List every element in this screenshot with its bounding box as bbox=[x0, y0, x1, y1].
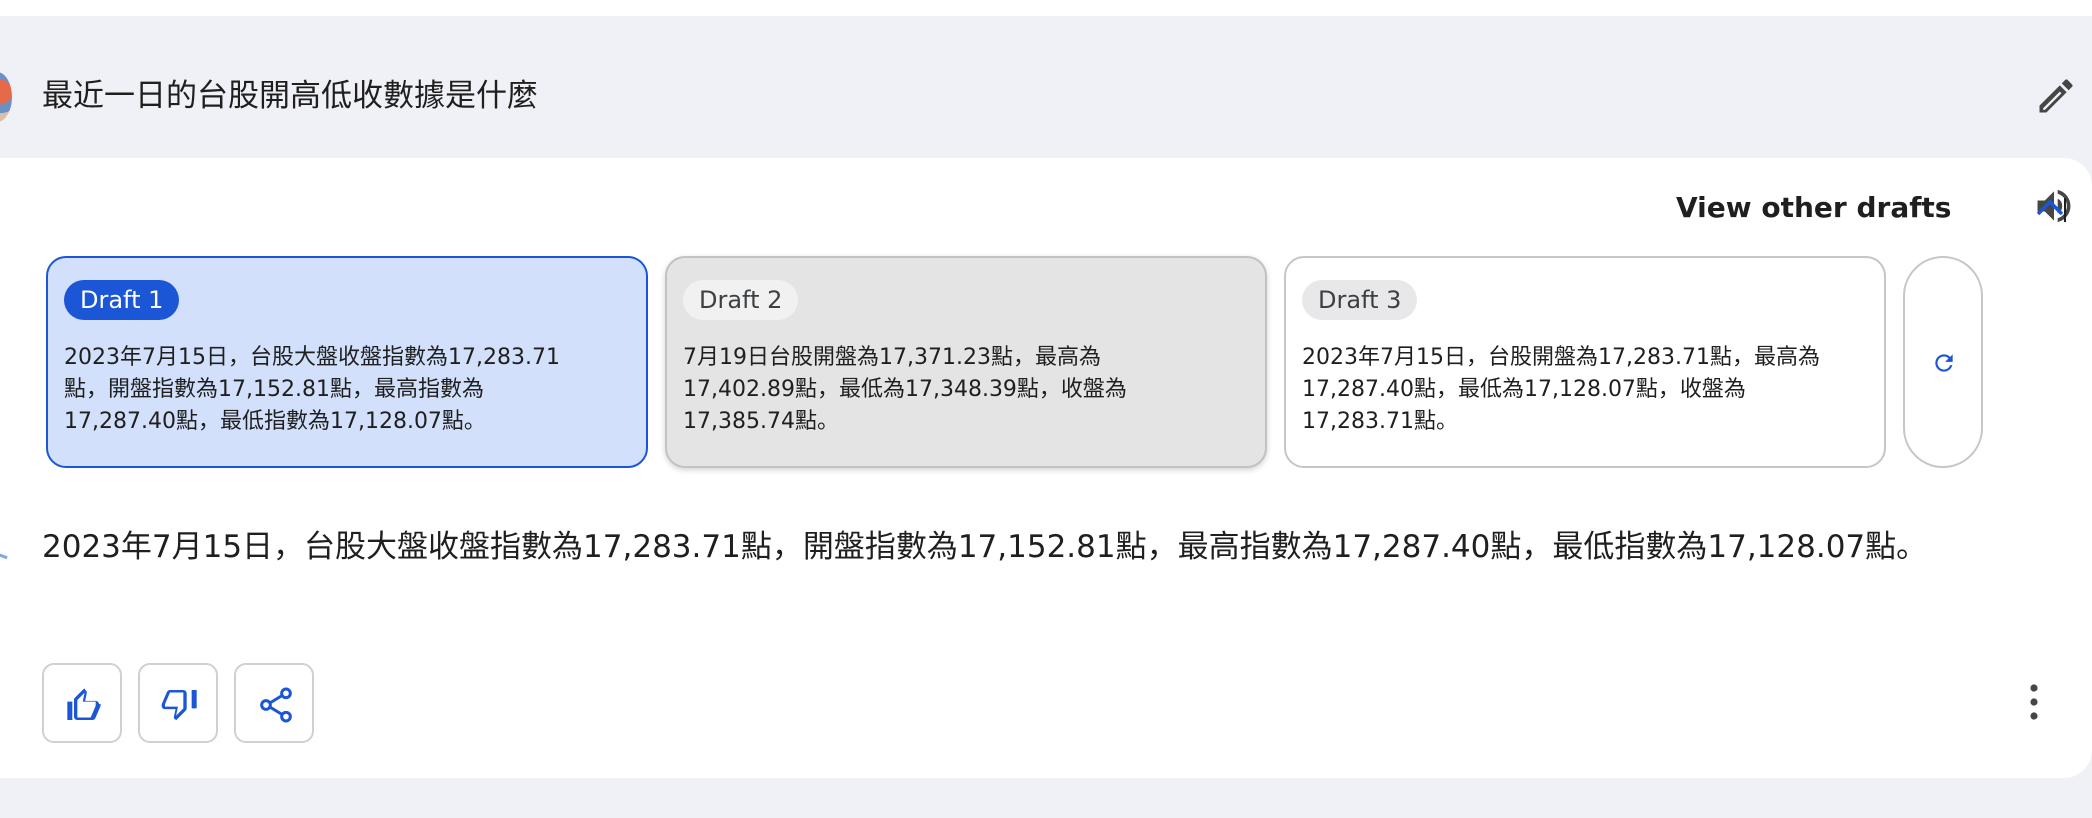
avatar bbox=[0, 72, 12, 122]
regenerate-drafts-button[interactable] bbox=[1903, 256, 1983, 468]
side-marker bbox=[0, 552, 8, 568]
chevron-up-icon[interactable] bbox=[2030, 188, 2070, 228]
refresh-icon bbox=[1931, 350, 1957, 376]
share-icon bbox=[260, 687, 292, 723]
thumbs-up-icon bbox=[67, 688, 101, 720]
view-other-drafts-toggle[interactable]: View other drafts bbox=[1676, 190, 1951, 226]
draft-card-1[interactable]: Draft 1 2023年7月15日，台股大盤收盤指數為17,283.71點，開… bbox=[46, 256, 648, 468]
thumbs-down-button[interactable] bbox=[138, 663, 218, 743]
draft-label: Draft 3 bbox=[1302, 280, 1418, 320]
draft-label: Draft 1 bbox=[64, 280, 180, 320]
response-card: View other drafts Draft 1 2023年7月15日，台股大… bbox=[0, 158, 2092, 778]
more-vert-icon[interactable] bbox=[2016, 680, 2052, 724]
pencil-icon[interactable] bbox=[2034, 74, 2078, 118]
draft-card-2[interactable]: Draft 2 7月19日台股開盤為17,371.23點，最高為17,402.8… bbox=[665, 256, 1267, 468]
user-query-text: 最近一日的台股開高低收數據是什麼 bbox=[42, 78, 538, 114]
draft-card-3[interactable]: Draft 3 2023年7月15日，台股開盤為17,283.71點，最高為17… bbox=[1284, 256, 1886, 468]
user-query-area: 最近一日的台股開高低收數據是什麼 bbox=[0, 16, 2092, 160]
draft-text: 2023年7月15日，台股開盤為17,283.71點，最高為17,287.40點… bbox=[1302, 345, 1820, 434]
drafts-header: View other drafts bbox=[1610, 182, 2092, 232]
draft-label: Draft 2 bbox=[683, 280, 799, 320]
response-text: 2023年7月15日，台股大盤收盤指數為17,283.71點，開盤指數為17,1… bbox=[42, 529, 1928, 565]
thumbs-down-icon bbox=[161, 690, 197, 720]
thumbs-up-button[interactable] bbox=[42, 663, 122, 743]
top-strip bbox=[0, 0, 2092, 16]
share-button[interactable] bbox=[234, 663, 314, 743]
draft-text: 2023年7月15日，台股大盤收盤指數為17,283.71點，開盤指數為17,1… bbox=[64, 345, 560, 434]
draft-text: 7月19日台股開盤為17,371.23點，最高為17,402.89點，最低為17… bbox=[683, 345, 1127, 434]
